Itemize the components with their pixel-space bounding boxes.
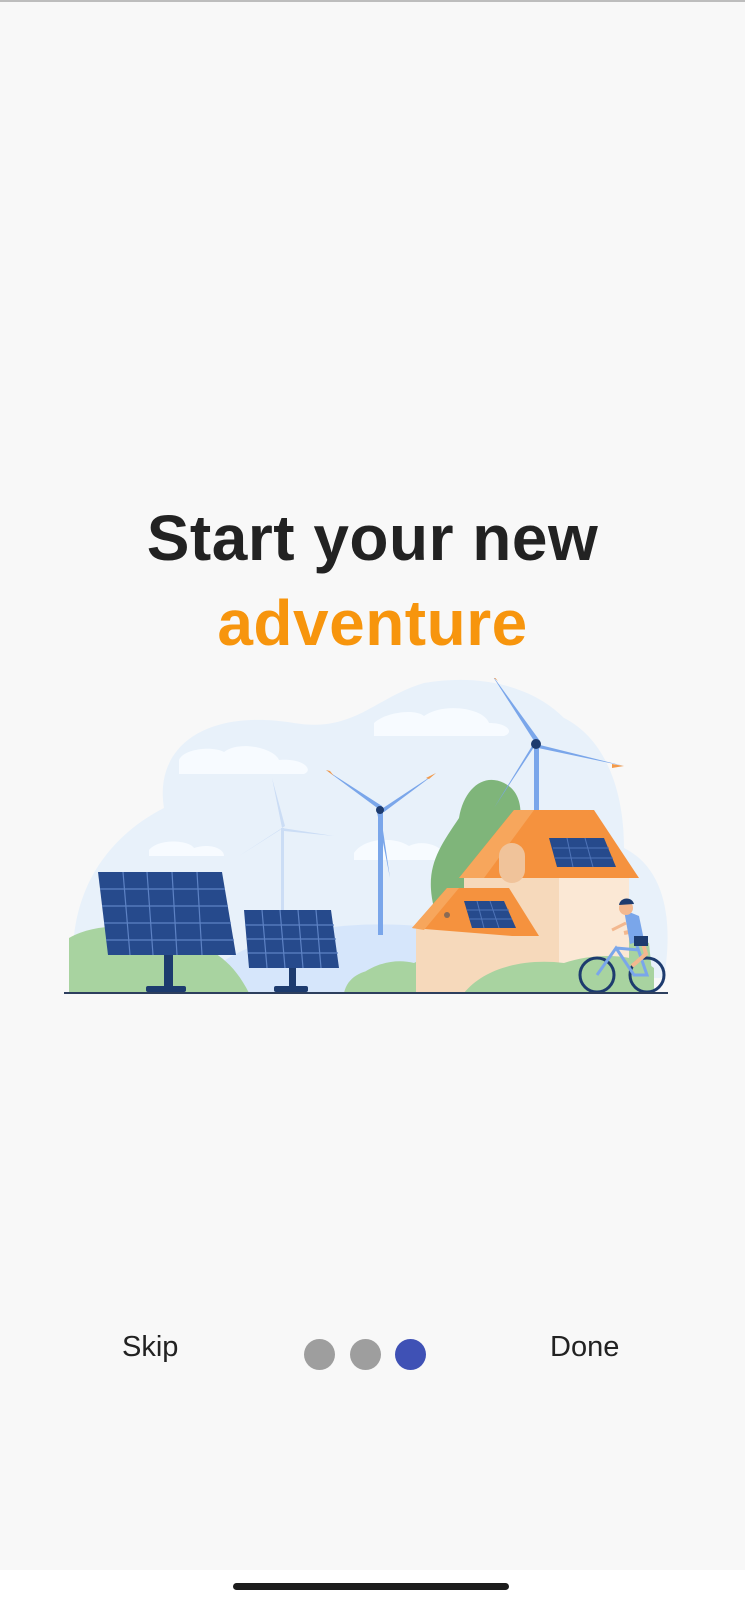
onboarding-title-highlight: adventure xyxy=(217,587,528,659)
renewable-energy-illustration xyxy=(64,678,668,994)
onboarding-title-line1: Start your new xyxy=(146,502,599,574)
home-indicator[interactable] xyxy=(233,1583,509,1590)
top-divider xyxy=(0,0,745,2)
skip-button[interactable]: Skip xyxy=(122,1333,178,1362)
page-dot-2[interactable] xyxy=(350,1339,381,1370)
page-dot-1[interactable] xyxy=(304,1339,335,1370)
page-dot-3-active[interactable] xyxy=(395,1339,426,1370)
done-button[interactable]: Done xyxy=(550,1333,619,1362)
